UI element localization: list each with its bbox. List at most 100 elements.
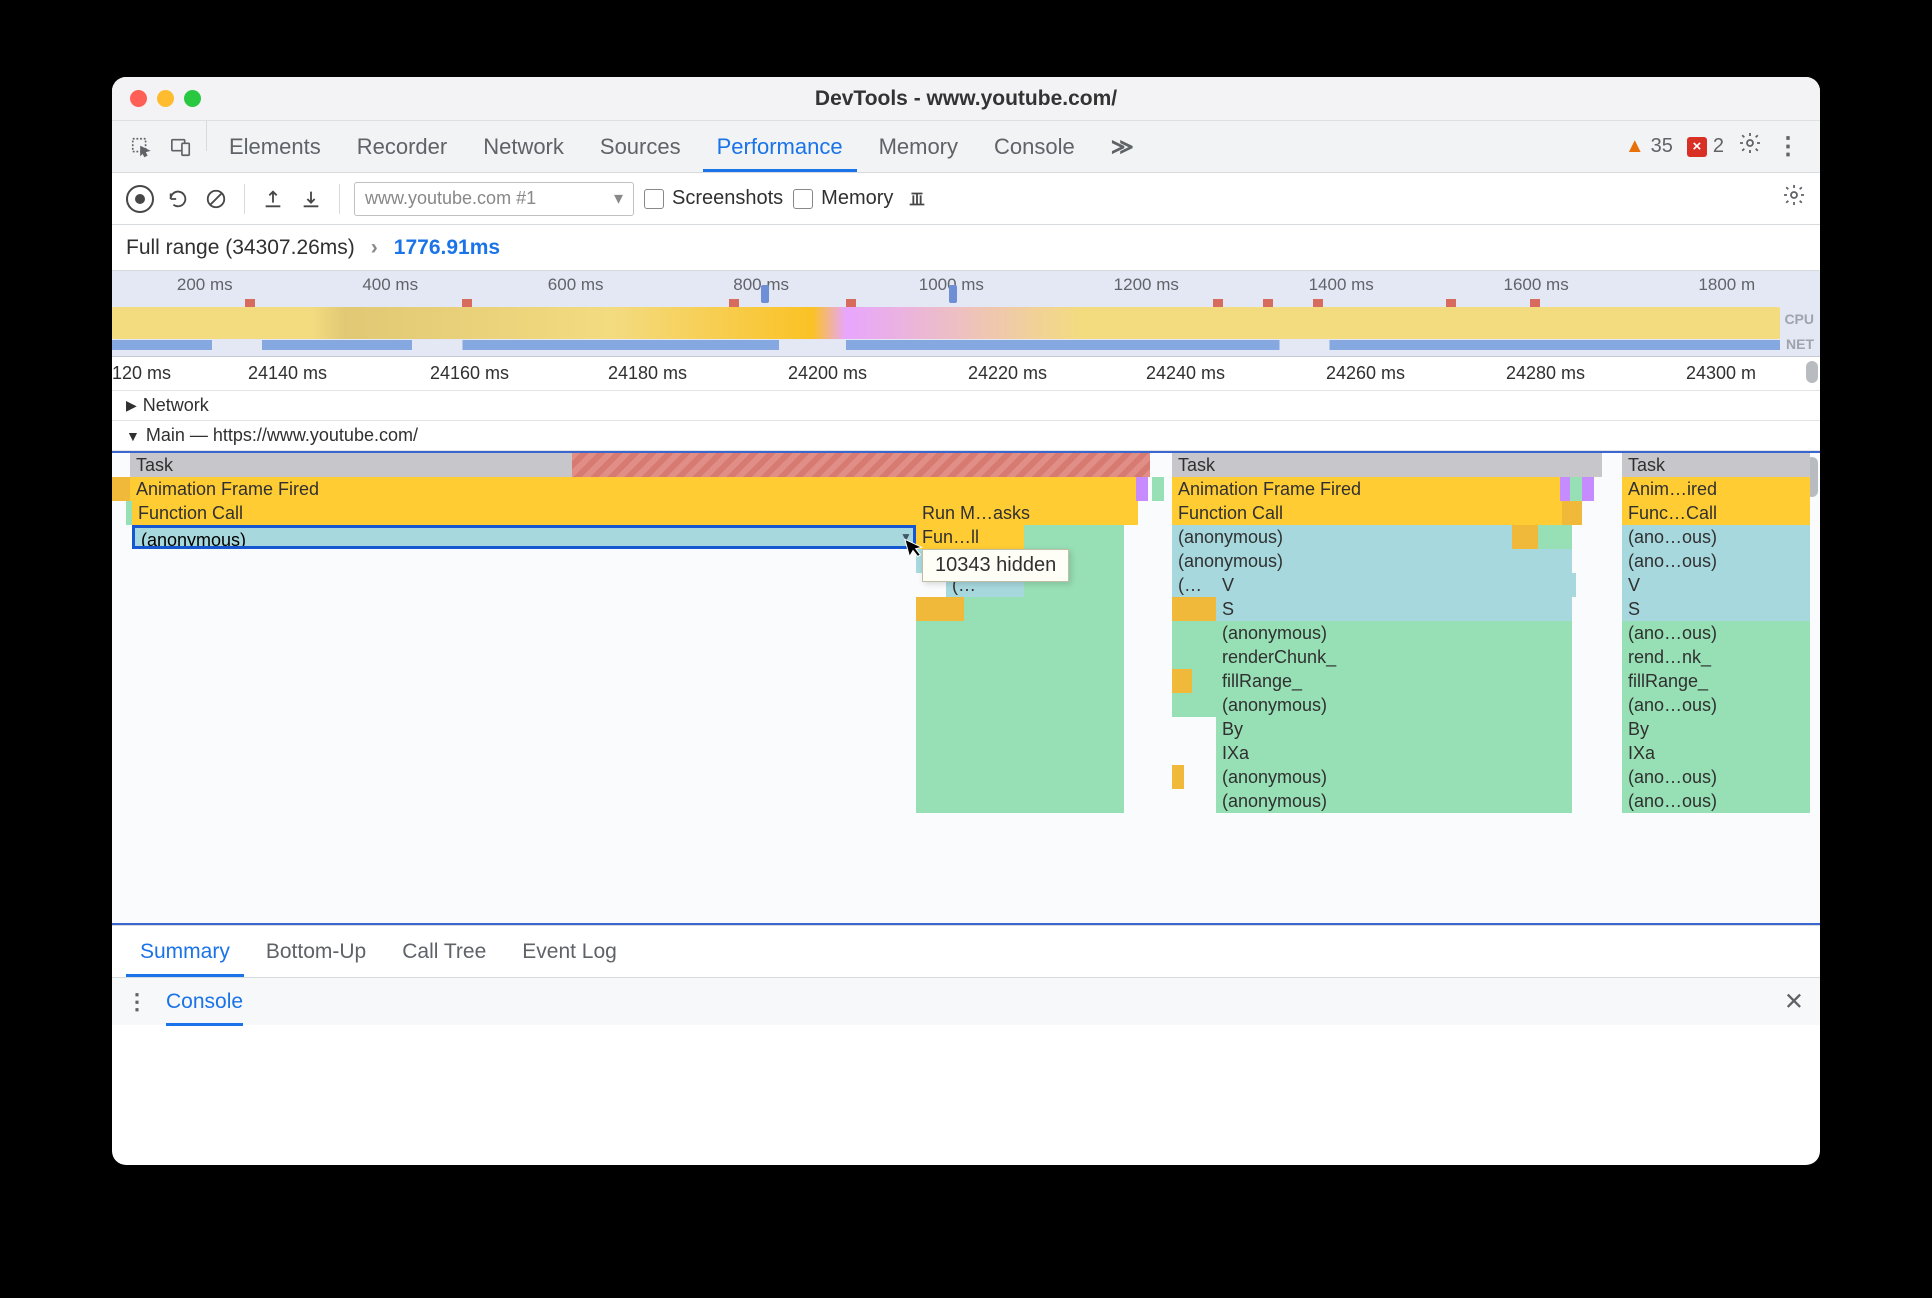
console-tab[interactable]: Console xyxy=(166,990,243,1014)
flame-seg[interactable] xyxy=(1192,669,1216,693)
flame-seg[interactable] xyxy=(1562,501,1582,525)
tab-event-log[interactable]: Event Log xyxy=(504,926,635,977)
flame-seg[interactable] xyxy=(112,477,130,501)
flame-anon[interactable]: (anonymous) xyxy=(1172,525,1512,549)
flame-anim[interactable]: Animation Frame Fired xyxy=(130,477,1136,501)
clear-button[interactable] xyxy=(202,185,230,213)
maximize-window-icon[interactable] xyxy=(184,90,201,107)
flame-seg[interactable] xyxy=(1024,525,1124,549)
tab-memory[interactable]: Memory xyxy=(861,121,976,172)
flame-seg[interactable] xyxy=(1172,597,1216,621)
flame-S[interactable]: S xyxy=(1216,597,1572,621)
flame-funll[interactable]: Fun…ll xyxy=(916,525,1024,549)
tab-summary[interactable]: Summary xyxy=(122,926,248,977)
close-window-icon[interactable] xyxy=(130,90,147,107)
tab-recorder[interactable]: Recorder xyxy=(339,121,465,172)
tab-elements[interactable]: Elements xyxy=(211,121,339,172)
flame-seg[interactable] xyxy=(1172,621,1216,645)
drawer-menu-icon[interactable]: ⋮ xyxy=(126,989,148,1015)
flame-fillRange[interactable]: fillRange_ xyxy=(1216,669,1572,693)
flame-seg[interactable] xyxy=(1136,477,1148,501)
flame-IXa[interactable]: IXa xyxy=(1622,741,1810,765)
ruler-scrollbar[interactable] xyxy=(1806,361,1818,383)
more-menu-icon[interactable]: ⋮ xyxy=(1776,132,1800,161)
overview-handle-right[interactable] xyxy=(949,285,957,303)
flame-anon[interactable]: (anonymous) xyxy=(1216,621,1572,645)
flame-anon[interactable]: (anonymous) xyxy=(1216,765,1572,789)
timeline-ruler[interactable]: 120 ms 24140 ms 24160 ms 24180 ms 24200 … xyxy=(112,357,1820,391)
screenshots-checkbox[interactable]: Screenshots xyxy=(644,187,783,210)
flame-seg[interactable] xyxy=(1582,477,1594,501)
flame-func[interactable]: Function Call xyxy=(132,501,916,525)
overview-panel[interactable]: 200 ms 400 ms 600 ms 800 ms 1000 ms 1200… xyxy=(112,271,1820,357)
flame-anon-short[interactable]: (ano…ous) xyxy=(1622,789,1810,813)
flame-anon[interactable]: (anonymous) xyxy=(1216,693,1572,717)
warnings-badge[interactable]: ▲ 35 xyxy=(1625,135,1673,158)
target-select[interactable]: www.youtube.com #1 ▾ xyxy=(354,182,634,216)
flame-renderChunk[interactable]: renderChunk_ xyxy=(1216,645,1572,669)
tabs-more-icon[interactable]: ≫ xyxy=(1093,121,1152,172)
flame-seg[interactable] xyxy=(1172,645,1216,669)
flame-anon-short[interactable]: (ano…ous) xyxy=(1622,549,1810,573)
flame-paren[interactable]: (… xyxy=(1172,573,1216,597)
flame-V[interactable]: V xyxy=(1622,573,1810,597)
flame-seg[interactable] xyxy=(1172,765,1184,789)
collapse-icon[interactable]: ▼ xyxy=(900,530,912,544)
flame-seg[interactable] xyxy=(916,645,1124,669)
upload-button[interactable] xyxy=(259,185,287,213)
flame-runm[interactable]: Run M…asks xyxy=(916,501,1138,525)
flame-seg[interactable] xyxy=(1172,693,1216,717)
overview-handle-left[interactable] xyxy=(761,285,769,303)
flame-seg[interactable] xyxy=(916,741,1124,765)
minimize-window-icon[interactable] xyxy=(157,90,174,107)
tab-performance[interactable]: Performance xyxy=(699,121,861,172)
tab-bottom-up[interactable]: Bottom-Up xyxy=(248,926,384,977)
main-section-header[interactable]: ▼ Main — https://www.youtube.com/ xyxy=(112,421,1820,451)
device-toggle-icon[interactable] xyxy=(166,132,196,162)
flame-func-short[interactable]: Func…Call xyxy=(1622,501,1810,525)
flame-seg[interactable] xyxy=(916,717,1124,741)
flame-By[interactable]: By xyxy=(1622,717,1810,741)
flame-anon[interactable]: (anonymous) xyxy=(1216,789,1572,813)
flame-long-task[interactable] xyxy=(572,453,1150,477)
flame-task[interactable]: Task xyxy=(1622,453,1810,477)
flame-anim-short[interactable]: Anim…ired xyxy=(1622,477,1810,501)
reload-button[interactable] xyxy=(164,185,192,213)
flame-func[interactable]: Function Call xyxy=(1172,501,1562,525)
flame-S[interactable]: S xyxy=(1622,597,1810,621)
flame-task[interactable]: Task xyxy=(1172,453,1602,477)
flame-anon-short[interactable]: (ano…ous) xyxy=(1622,621,1810,645)
gear-icon[interactable] xyxy=(1738,131,1762,162)
flame-anon-short[interactable]: (ano…ous) xyxy=(1622,765,1810,789)
flame-V[interactable]: V xyxy=(1216,573,1576,597)
download-button[interactable] xyxy=(297,185,325,213)
tab-call-tree[interactable]: Call Tree xyxy=(384,926,504,977)
flame-seg[interactable] xyxy=(964,597,1124,621)
flame-seg[interactable] xyxy=(916,789,1124,813)
flame-seg[interactable] xyxy=(1512,525,1538,549)
errors-badge[interactable]: × 2 xyxy=(1687,135,1724,158)
collect-garbage-icon[interactable] xyxy=(903,185,931,213)
tab-sources[interactable]: Sources xyxy=(582,121,699,172)
flame-renderChunk-short[interactable]: rend…nk_ xyxy=(1622,645,1810,669)
flame-seg[interactable] xyxy=(1570,477,1582,501)
breadcrumb-full[interactable]: Full range (34307.26ms) xyxy=(126,236,355,260)
flame-seg[interactable] xyxy=(916,765,1124,789)
flame-seg[interactable] xyxy=(1152,477,1164,501)
flame-seg[interactable] xyxy=(916,669,1124,693)
flame-anon-selected[interactable]: (anonymous) xyxy=(132,525,916,549)
flame-seg[interactable] xyxy=(916,597,964,621)
flame-chart[interactable]: Task Task Task Animation Frame Fired Ani… xyxy=(112,451,1820,925)
record-button[interactable] xyxy=(126,185,154,213)
perf-settings-icon[interactable] xyxy=(1782,183,1806,214)
flame-seg[interactable] xyxy=(1538,525,1572,549)
memory-checkbox[interactable]: Memory xyxy=(793,187,893,210)
flame-anon-short[interactable]: (ano…ous) xyxy=(1622,693,1810,717)
flame-fillRange[interactable]: fillRange_ xyxy=(1622,669,1810,693)
flame-seg[interactable] xyxy=(916,693,1124,717)
network-section-header[interactable]: ▶ Network xyxy=(112,391,1820,421)
inspect-icon[interactable] xyxy=(126,132,156,162)
flame-anim[interactable]: Animation Frame Fired xyxy=(1172,477,1560,501)
flame-IXa[interactable]: IXa xyxy=(1216,741,1572,765)
close-drawer-icon[interactable]: ✕ xyxy=(1784,987,1804,1016)
